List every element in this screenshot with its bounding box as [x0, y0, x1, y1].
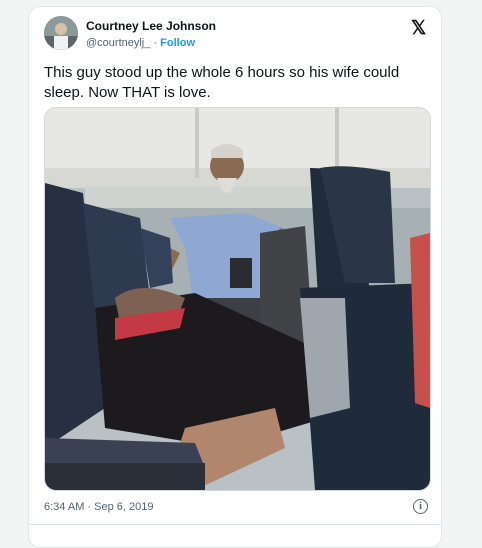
tweet-timestamp[interactable]: 6:34 AM · Sep 6, 2019 [44, 501, 153, 513]
footer-divider [29, 524, 441, 525]
author-handle[interactable]: @courtneylj_ [86, 37, 150, 49]
info-icon[interactable]: i [413, 499, 428, 514]
separator-dot: · [153, 37, 158, 49]
author-avatar[interactable] [44, 16, 78, 50]
tweet-photo[interactable] [44, 107, 431, 491]
author-name[interactable]: Courtney Lee Johnson [86, 19, 216, 33]
author-handle-row: @courtneylj_ · Follow [86, 37, 195, 49]
x-logo-icon[interactable]: 𝕏 [411, 17, 426, 40]
tweet-card: Courtney Lee Johnson @courtneylj_ · Foll… [28, 6, 442, 548]
tweet-text: This guy stood up the whole 6 hours so h… [44, 64, 400, 101]
follow-button[interactable]: Follow [160, 37, 195, 49]
